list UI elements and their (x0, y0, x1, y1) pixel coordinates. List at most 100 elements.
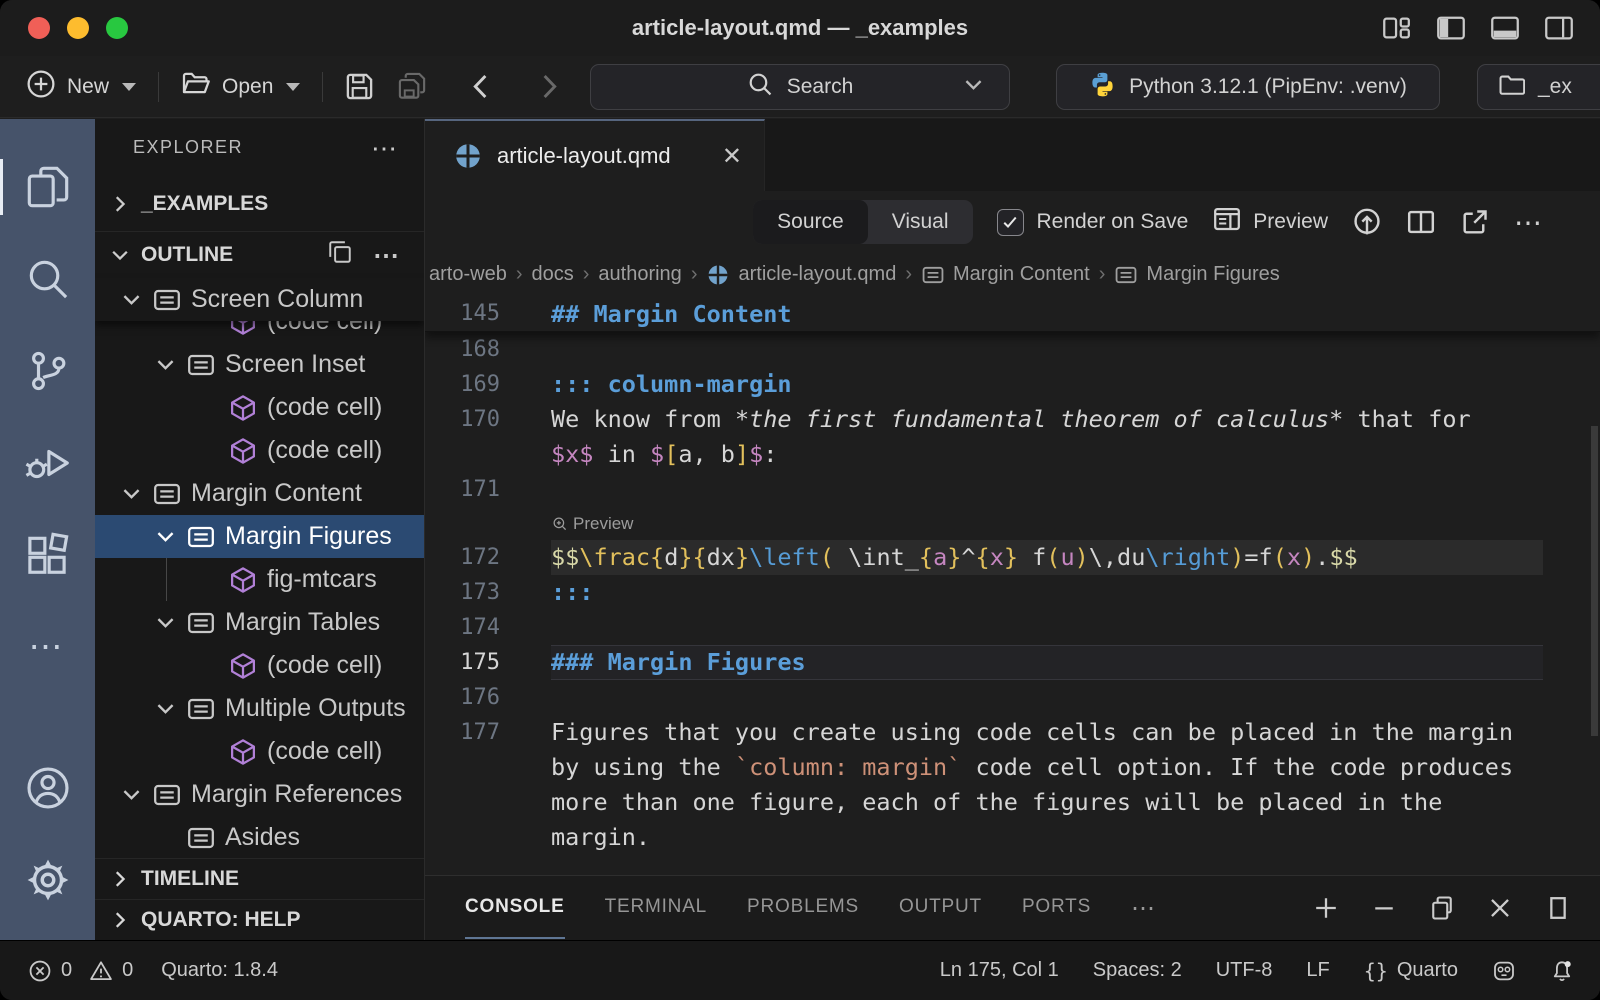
code-line-wrap[interactable]: more than one figure, each of the figure… (425, 785, 1600, 820)
outline-more-icon[interactable]: ⋯ (373, 250, 402, 260)
line-number[interactable]: 174 (425, 610, 500, 645)
save-button[interactable] (333, 71, 386, 102)
chevron-down-icon[interactable] (118, 480, 152, 507)
panel-tab-output[interactable]: OUTPUT (899, 876, 982, 939)
breadcrumb-item-arto-web[interactable]: arto-web (429, 263, 507, 286)
code-line-173[interactable]: 173::: (425, 575, 1600, 610)
encoding-status[interactable]: UTF-8 (1216, 959, 1273, 982)
close-panel-icon[interactable] (1486, 894, 1514, 922)
indentation-status[interactable]: Spaces: 2 (1093, 959, 1182, 982)
code-line-175[interactable]: 175### Margin Figures (425, 645, 1600, 680)
new-file-button[interactable]: New (14, 69, 148, 105)
activity-settings-button[interactable] (0, 834, 95, 926)
chevron-down-icon[interactable] (152, 609, 186, 636)
code-line-168[interactable]: 168 (425, 332, 1600, 367)
activity-run-debug-button[interactable] (0, 417, 95, 509)
activity-extensions-button[interactable] (0, 509, 95, 601)
chevron-down-icon[interactable] (152, 351, 186, 378)
line-number[interactable]: 169 (425, 367, 500, 402)
chevron-down-icon[interactable] (118, 781, 152, 808)
line-number[interactable] (425, 820, 500, 855)
activity-source-control-button[interactable] (0, 325, 95, 417)
code-line-171[interactable]: 171 (425, 472, 1600, 507)
code-line-145[interactable]: 145## Margin Content (425, 296, 1600, 332)
breadcrumb-item-docs[interactable]: docs (531, 263, 573, 286)
breadcrumb-item-article-layout-qmd[interactable]: article-layout.qmd (706, 263, 896, 287)
activity-explorer-button[interactable] (0, 141, 95, 233)
line-number[interactable] (425, 750, 500, 785)
line-number[interactable]: 168 (425, 332, 500, 367)
outline-item-screen-inset[interactable]: Screen Inset (95, 343, 424, 386)
sidebar-section-outline[interactable]: OUTLINE ⋯ (95, 232, 424, 278)
sidebar-section-timeline[interactable]: TIMELINE (95, 858, 424, 899)
render-on-save-toggle[interactable]: Render on Save (997, 209, 1189, 236)
outline-item-margin-references[interactable]: Margin References (95, 773, 424, 816)
panel-more-icon[interactable]: ⋯ (1131, 894, 1158, 923)
project-selector-button[interactable]: _ex (1477, 64, 1600, 110)
outline-item-fig-mtcars[interactable]: fig-mtcars (95, 558, 424, 601)
code-line-169[interactable]: 169::: column-margin (425, 367, 1600, 402)
explorer-more-icon[interactable]: ⋯ (371, 143, 400, 153)
sidebar-section-examples[interactable]: _EXAMPLES (95, 176, 424, 232)
sidebar-section-quarto-help[interactable]: QUARTO: HELP (95, 899, 424, 940)
code-line-174[interactable]: 174 (425, 610, 1600, 645)
visual-mode-button[interactable]: Visual (868, 200, 973, 244)
breadcrumb-item-authoring[interactable]: authoring (598, 263, 681, 286)
navigate-forward-button[interactable] (522, 71, 575, 102)
line-number[interactable]: 171 (425, 472, 500, 507)
global-search-box[interactable]: Search (590, 64, 1010, 110)
outline-item--code-cell-[interactable]: (code cell) (95, 644, 424, 687)
line-number[interactable]: 177 (425, 715, 500, 750)
toggle-left-sidebar-icon[interactable] (1436, 13, 1466, 43)
outline-item-margin-figures[interactable]: Margin Figures (95, 515, 424, 558)
save-all-button[interactable] (386, 71, 439, 102)
language-mode-status[interactable]: {} Quarto (1364, 959, 1458, 983)
new-console-icon[interactable] (1312, 894, 1340, 922)
panel-tab-problems[interactable]: PROBLEMS (747, 876, 859, 939)
code-line-wrap[interactable]: margin. (425, 820, 1600, 855)
open-external-icon[interactable] (1460, 207, 1490, 237)
line-number[interactable]: 145 (425, 296, 500, 331)
close-tab-icon[interactable]: ✕ (722, 142, 742, 171)
outline-item-asides[interactable]: Asides (95, 816, 424, 859)
collapse-all-icon[interactable] (327, 239, 353, 271)
breadcrumb-item-margin-figures[interactable]: Margin Figures (1114, 263, 1279, 287)
customize-layout-icon[interactable] (1382, 13, 1412, 43)
navigate-back-button[interactable] (455, 71, 508, 102)
code-line-170[interactable]: 170We know from *the first fundamental t… (425, 402, 1600, 437)
code-line-wrap[interactable]: by using the `column: margin` code cell … (425, 750, 1600, 785)
line-number[interactable]: 173 (425, 575, 500, 610)
code-line-wrap[interactable]: $x$ in $[a, b]$: (425, 437, 1600, 472)
notifications-button[interactable] (1550, 959, 1574, 983)
codelens-preview-link[interactable]: Preview (425, 507, 1600, 540)
maximize-panel-icon[interactable] (1544, 894, 1572, 922)
code-line-176[interactable]: 176 (425, 680, 1600, 715)
quarto-version-status[interactable]: Quarto: 1.8.4 (161, 959, 278, 982)
outline-item--code-cell-[interactable]: (code cell) (95, 386, 424, 429)
problems-status-button[interactable]: 0 0 (28, 959, 133, 983)
panel-tab-terminal[interactable]: TERMINAL (605, 876, 707, 939)
line-number[interactable] (425, 785, 500, 820)
outline-item--code-cell-[interactable]: (code cell) (95, 730, 424, 773)
activity-account-button[interactable] (0, 742, 95, 834)
toggle-bottom-panel-icon[interactable] (1490, 13, 1520, 43)
breadcrumb-item-margin-content[interactable]: Margin Content (921, 263, 1090, 287)
publish-icon[interactable] (1352, 207, 1382, 237)
feedback-button[interactable] (1492, 959, 1516, 983)
chevron-down-icon[interactable] (118, 286, 152, 313)
outline-item-margin-content[interactable]: Margin Content (95, 472, 424, 515)
split-editor-icon[interactable] (1406, 207, 1436, 237)
line-number[interactable]: 176 (425, 680, 500, 715)
code-editor[interactable]: 145## Margin Content168169::: column-mar… (425, 296, 1600, 875)
outline-item-multiple-outputs[interactable]: Multiple Outputs (95, 687, 424, 730)
panel-tab-console[interactable]: CONSOLE (465, 876, 565, 939)
line-number[interactable]: 175 (425, 645, 500, 680)
cursor-position-status[interactable]: Ln 175, Col 1 (940, 959, 1059, 982)
outline-item--code-cell-[interactable]: (code cell) (95, 429, 424, 472)
outline-item-margin-tables[interactable]: Margin Tables (95, 601, 424, 644)
panel-tab-ports[interactable]: PORTS (1022, 876, 1091, 939)
activity-search-button[interactable] (0, 233, 95, 325)
code-line-177[interactable]: 177Figures that you create using code ce… (425, 715, 1600, 750)
scrollbar-thumb[interactable] (1591, 426, 1598, 736)
outline-item--code-cell-[interactable]: (code cell) (95, 321, 424, 343)
